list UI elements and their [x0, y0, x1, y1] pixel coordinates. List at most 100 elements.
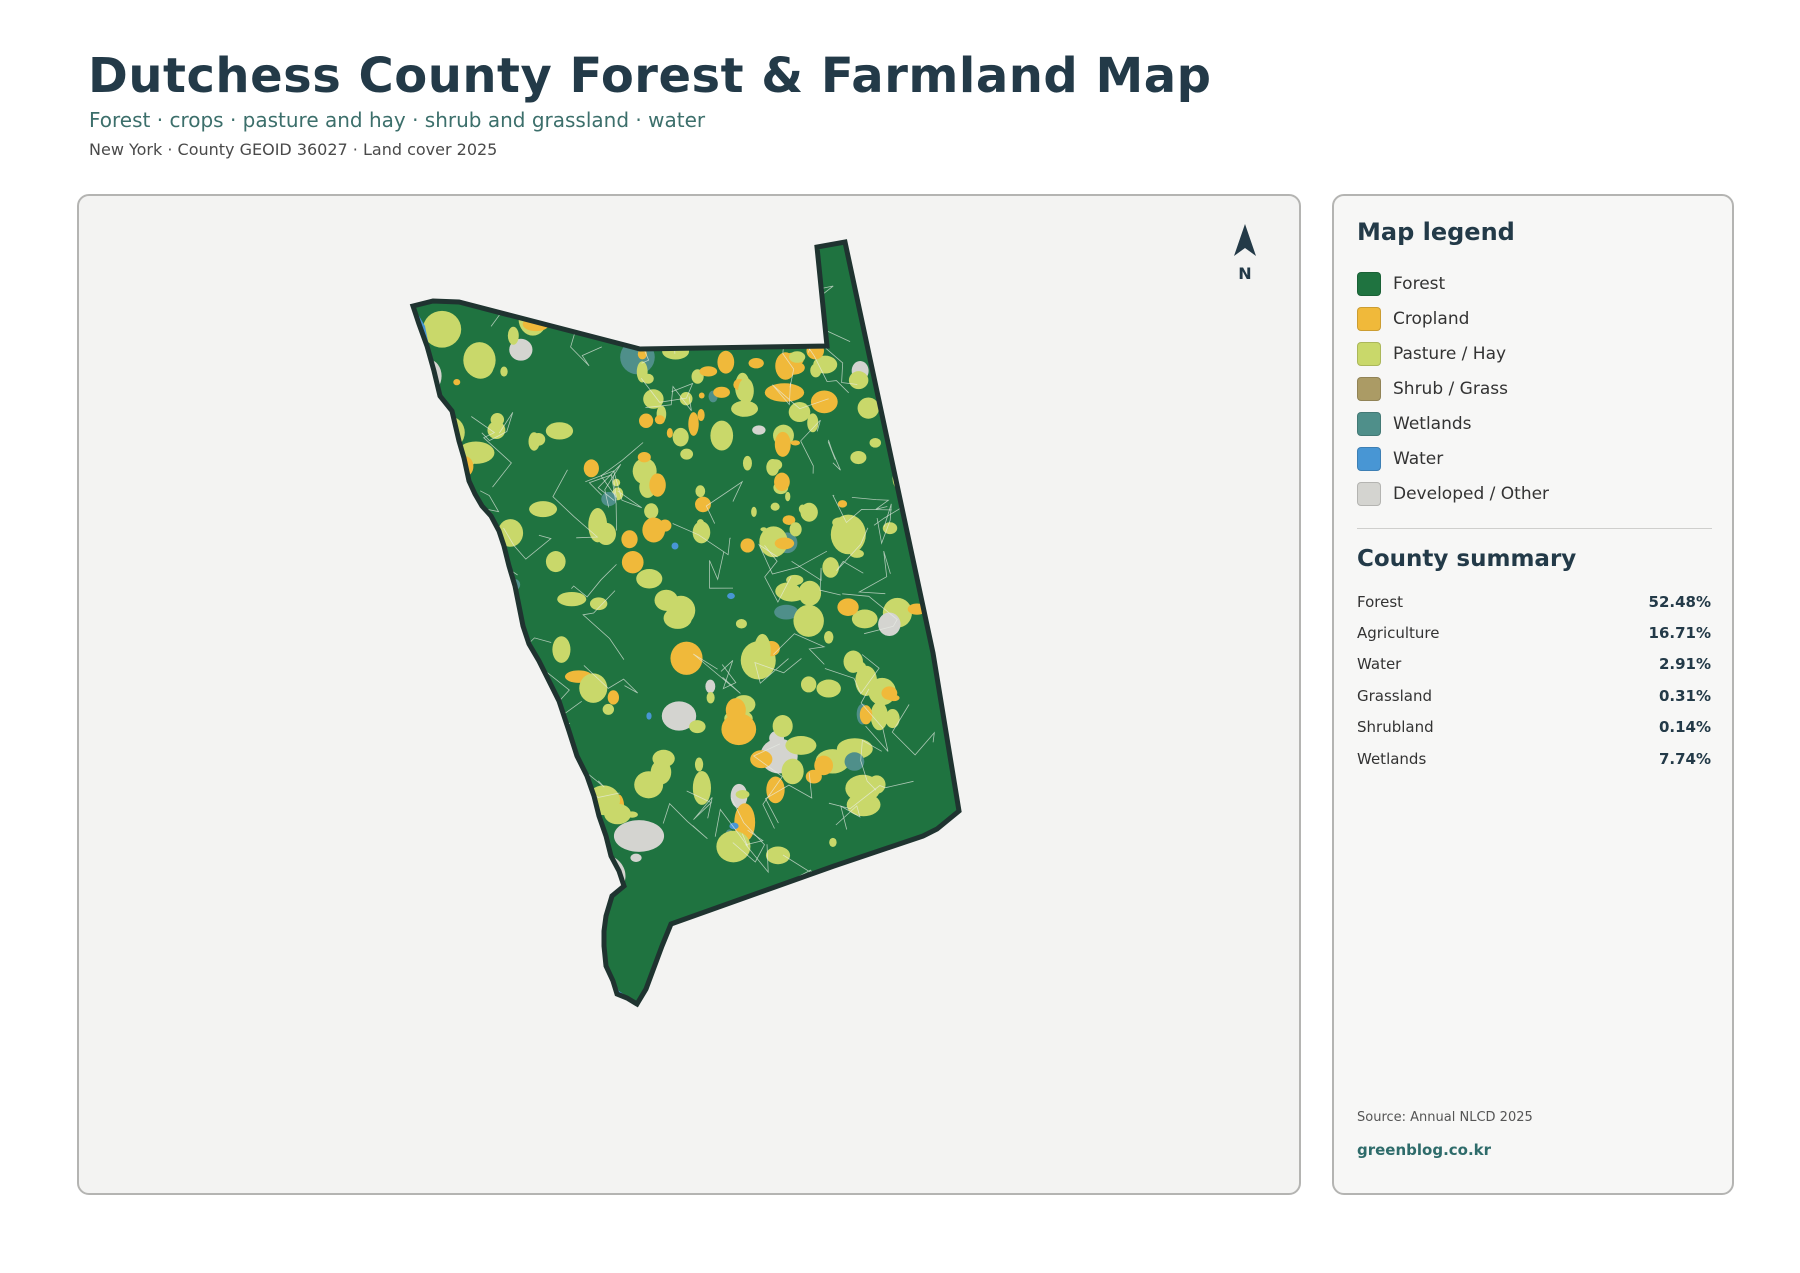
pasture-patch — [694, 757, 704, 772]
legend-item: Pasture / Hay — [1357, 336, 1717, 371]
pasture-patch — [716, 830, 751, 863]
pasture-patch — [449, 610, 461, 620]
cropland-patch — [637, 451, 651, 463]
legend-item: Cropland — [1357, 301, 1717, 336]
pasture-patch — [545, 551, 566, 573]
cropland-patch — [672, 427, 689, 447]
pasture-patch — [551, 779, 566, 793]
pasture-patch — [692, 521, 711, 544]
cropland-patch — [907, 317, 927, 337]
cropland-patch — [807, 413, 819, 433]
legend-title: Map legend — [1357, 218, 1515, 246]
summary-name: Shrubland — [1357, 718, 1434, 737]
road-line — [449, 739, 494, 764]
cropland-patch — [662, 343, 690, 360]
legend-swatch — [1357, 376, 1381, 401]
pasture-patch — [692, 771, 711, 805]
map-panel[interactable] — [77, 194, 1301, 1195]
pasture-patch — [793, 604, 824, 637]
cropland-patch — [878, 312, 913, 343]
pasture-patch — [785, 491, 791, 502]
cropland-patch — [697, 408, 705, 421]
legend-list: Forest Cropland Pasture / Hay Shrub / Grass… — [1357, 266, 1717, 511]
developed-patch — [454, 647, 504, 755]
summary-row: Shrubland 0.14% — [1357, 712, 1711, 743]
summary-row: Agriculture 16.71% — [1357, 617, 1711, 648]
north-label: N — [1238, 264, 1252, 283]
pasture-patch — [781, 758, 804, 785]
summary-row: Grassland 0.31% — [1357, 680, 1711, 711]
pasture-patch — [602, 703, 614, 715]
cropland-patch — [607, 690, 620, 705]
legend-swatch — [1357, 306, 1381, 331]
pasture-patch — [857, 397, 880, 419]
pasture-patch — [636, 568, 663, 589]
pasture-patch — [742, 455, 752, 471]
wetlands-patch — [890, 342, 903, 351]
cropland-patch — [905, 413, 914, 426]
cropland-patch — [837, 598, 859, 616]
legend-swatch — [1357, 481, 1381, 506]
cropland-patch — [469, 530, 484, 538]
pasture-patch — [772, 715, 793, 738]
summary-value: 16.71% — [1648, 624, 1711, 643]
cropland-patch — [751, 506, 757, 518]
summary-value: 52.48% — [1648, 592, 1711, 611]
developed-patch — [469, 729, 529, 783]
developed-patch — [425, 448, 453, 464]
cropland-patch — [621, 530, 638, 549]
developed-patch — [505, 713, 525, 726]
legend-swatch — [1357, 341, 1381, 366]
pasture-patch — [435, 413, 450, 445]
cropland-patch — [642, 517, 666, 543]
road-line — [427, 678, 466, 746]
pasture-patch — [557, 591, 587, 607]
pasture-patch — [596, 522, 617, 546]
summary-row: Wetlands 7.74% — [1357, 743, 1711, 774]
legend-label: Pasture / Hay — [1393, 343, 1507, 364]
developed-patch — [613, 820, 665, 852]
pasture-patch — [528, 432, 540, 451]
cropland-patch — [717, 350, 735, 374]
pasture-patch — [479, 576, 507, 597]
cropland-patch — [881, 686, 898, 700]
pasture-patch — [870, 701, 888, 731]
summary-value: 0.31% — [1658, 686, 1711, 705]
legend-item: Forest — [1357, 266, 1717, 301]
pasture-patch — [775, 582, 801, 600]
cropland-patch — [453, 378, 461, 386]
pasture-patch — [886, 306, 912, 335]
pasture-patch — [822, 557, 839, 578]
cropland-patch — [734, 319, 747, 335]
page-subtitle: Forest · crops · pasture and hay · shrub… — [89, 108, 706, 132]
cropland-patch — [766, 459, 780, 476]
road-line — [465, 679, 519, 701]
cropland-patch — [774, 431, 791, 457]
cropland-patch — [644, 503, 659, 519]
water-patch — [671, 542, 679, 550]
pasture-patch — [604, 803, 632, 825]
pasture-patch — [489, 646, 499, 656]
cropland-patch — [770, 502, 780, 511]
north-arrow: N — [1220, 222, 1270, 283]
cropland-patch — [790, 440, 801, 446]
summary-row: Water 2.91% — [1357, 649, 1711, 680]
summary-value: 0.14% — [1658, 718, 1711, 737]
county-map[interactable] — [79, 196, 1301, 1195]
cropland-patch — [774, 472, 790, 492]
pasture-patch — [650, 759, 672, 785]
summary-title: County summary — [1357, 546, 1577, 572]
cropland-patch — [800, 502, 818, 522]
cropland-patch — [621, 551, 644, 574]
site-link[interactable]: greenblog.co.kr — [1357, 1141, 1491, 1159]
cropland-patch — [695, 485, 706, 498]
cropland-patch — [789, 522, 802, 537]
pasture-patch — [850, 450, 867, 465]
legend-swatch — [1357, 411, 1381, 436]
cropland-patch — [639, 413, 654, 428]
cropland-patch — [654, 415, 665, 425]
summary-list: Forest 52.48% Agriculture 16.71% Water 2.91% G… — [1357, 586, 1711, 774]
legend-item: Developed / Other — [1357, 476, 1717, 511]
cropland-patch — [774, 537, 795, 550]
pasture-patch — [541, 830, 567, 858]
